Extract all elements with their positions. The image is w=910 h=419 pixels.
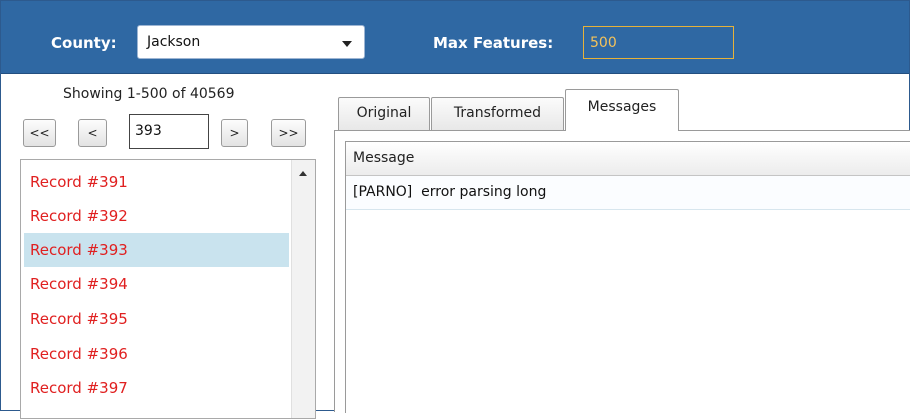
record-list-item[interactable]: Record #392	[24, 199, 289, 233]
record-number-input[interactable]: 393	[129, 114, 209, 149]
showing-count-text: Showing 1-500 of 40569	[63, 86, 235, 102]
next-page-button[interactable]: >	[221, 119, 248, 147]
messages-panel: Message [PARNO] error parsing long	[334, 130, 910, 413]
record-list-item[interactable]: Record #391	[24, 165, 289, 199]
record-list-item-selected[interactable]: Record #393	[24, 233, 289, 267]
table-row[interactable]: [PARNO] error parsing long	[346, 176, 910, 210]
tab-messages[interactable]: Messages	[565, 89, 679, 131]
record-list-item[interactable]: Record #396	[24, 337, 289, 371]
record-list[interactable]: Record #391 Record #392 Record #393 Reco…	[20, 159, 316, 419]
message-column-header[interactable]: Message	[346, 142, 910, 176]
max-features-label: Max Features:	[433, 34, 554, 52]
record-list-item[interactable]: Record #394	[24, 267, 289, 301]
last-page-button[interactable]: >>	[271, 119, 306, 147]
message-column-header-label: Message	[353, 150, 415, 166]
first-page-button[interactable]: <<	[23, 119, 56, 147]
messages-grid: Message [PARNO] error parsing long	[345, 141, 910, 413]
record-number-value: 393	[135, 123, 162, 139]
record-list-item[interactable]: Record #397	[24, 371, 289, 405]
county-label: County:	[51, 34, 117, 52]
record-list-item[interactable]: Record #395	[24, 302, 289, 336]
tab-transformed[interactable]: Transformed	[431, 97, 564, 130]
app-window: County: Jackson Max Features: 500 Showin…	[0, 0, 910, 419]
max-features-input[interactable]: 500	[583, 26, 734, 59]
tab-original[interactable]: Original	[338, 97, 430, 130]
previous-page-button[interactable]: <	[78, 119, 107, 147]
filter-toolbar: County: Jackson Max Features: 500	[1, 1, 909, 74]
county-dropdown-value: Jackson	[147, 34, 201, 50]
county-dropdown[interactable]: Jackson	[137, 25, 365, 59]
message-cell: [PARNO] error parsing long	[353, 184, 547, 200]
record-list-scrollbar[interactable]	[291, 160, 315, 418]
scroll-up-icon[interactable]	[299, 171, 307, 176]
max-features-value: 500	[590, 35, 617, 51]
chevron-down-icon	[342, 41, 352, 47]
